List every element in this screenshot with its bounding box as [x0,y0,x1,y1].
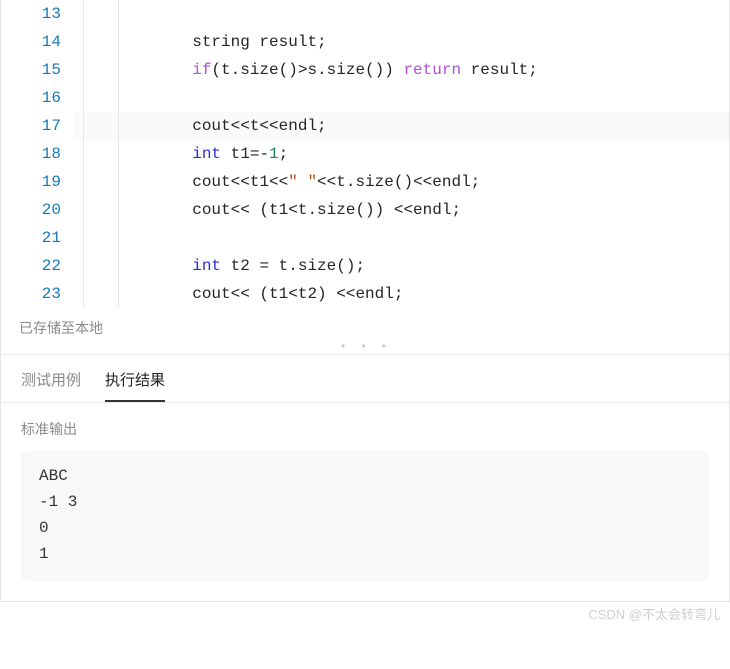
line-number-gutter: 1314151617181920212223 [1,0,73,308]
token: 1 [269,145,279,163]
token: t2 = t.size(); [221,257,365,275]
token: <<t.size()<<endl; [317,173,480,191]
token: int [192,145,221,163]
stdout-line: 0 [39,515,691,541]
code-line[interactable]: cout<<t<<endl; [73,112,729,140]
code-line[interactable]: cout<< (t1<t.size()) <<endl; [73,196,729,224]
line-number: 21 [1,224,61,252]
line-number: 19 [1,168,61,196]
token: t1=- [221,145,269,163]
line-number: 23 [1,280,61,308]
tab-testcase[interactable]: 测试用例 [21,369,81,402]
token: cout<< (t1<t.size()) <<endl; [77,201,461,219]
stdout-line: -1 3 [39,489,691,515]
line-number: 18 [1,140,61,168]
stdout-box: ABC-1 301 [21,451,709,581]
token: string result; [77,33,327,51]
line-number: 20 [1,196,61,224]
token [77,257,192,275]
code-line[interactable] [73,224,729,252]
token: if [192,61,211,79]
token: ; [279,145,289,163]
code-line[interactable]: string result; [73,28,729,56]
code-line[interactable] [73,84,729,112]
panel-resize-handle[interactable]: • • • [0,344,730,354]
token: " " [288,173,317,191]
indent-guide [118,0,119,308]
line-number: 17 [1,112,61,140]
code-line[interactable]: int t1=-1; [73,140,729,168]
token: cout<<t1<< [77,173,288,191]
code-line[interactable]: int t2 = t.size(); [73,252,729,280]
code-line[interactable] [73,0,729,28]
line-number: 15 [1,56,61,84]
indent-guide [83,0,84,308]
line-number: 13 [1,0,61,28]
line-number: 14 [1,28,61,56]
token: return [403,61,461,79]
save-status: 已存储至本地 [0,308,730,344]
code-line[interactable]: if(t.size()>s.size()) return result; [73,56,729,84]
line-number: 22 [1,252,61,280]
code-area[interactable]: string result; if(t.size()>s.size()) ret… [73,0,729,308]
stdout-label: 标准输出 [21,419,709,439]
stdout-line: 1 [39,541,691,567]
code-line[interactable]: cout<<t1<<" "<<t.size()<<endl; [73,168,729,196]
result-tabs: 测试用例 执行结果 [0,354,730,403]
token [77,61,192,79]
token: (t.size()>s.size()) [211,61,403,79]
code-editor[interactable]: 1314151617181920212223 string result; if… [0,0,730,308]
line-number: 16 [1,84,61,112]
token: result; [461,61,538,79]
token: int [192,257,221,275]
output-panel: 标准输出 ABC-1 301 [0,403,730,602]
code-line[interactable]: cout<< (t1<t2) <<endl; [73,280,729,308]
watermark: CSDN @不太会转弯儿 [0,602,730,627]
token: cout<< (t1<t2) <<endl; [77,285,403,303]
stdout-line: ABC [39,463,691,489]
token: cout<<t<<endl; [77,117,327,135]
tab-result[interactable]: 执行结果 [105,369,165,402]
token [77,145,192,163]
